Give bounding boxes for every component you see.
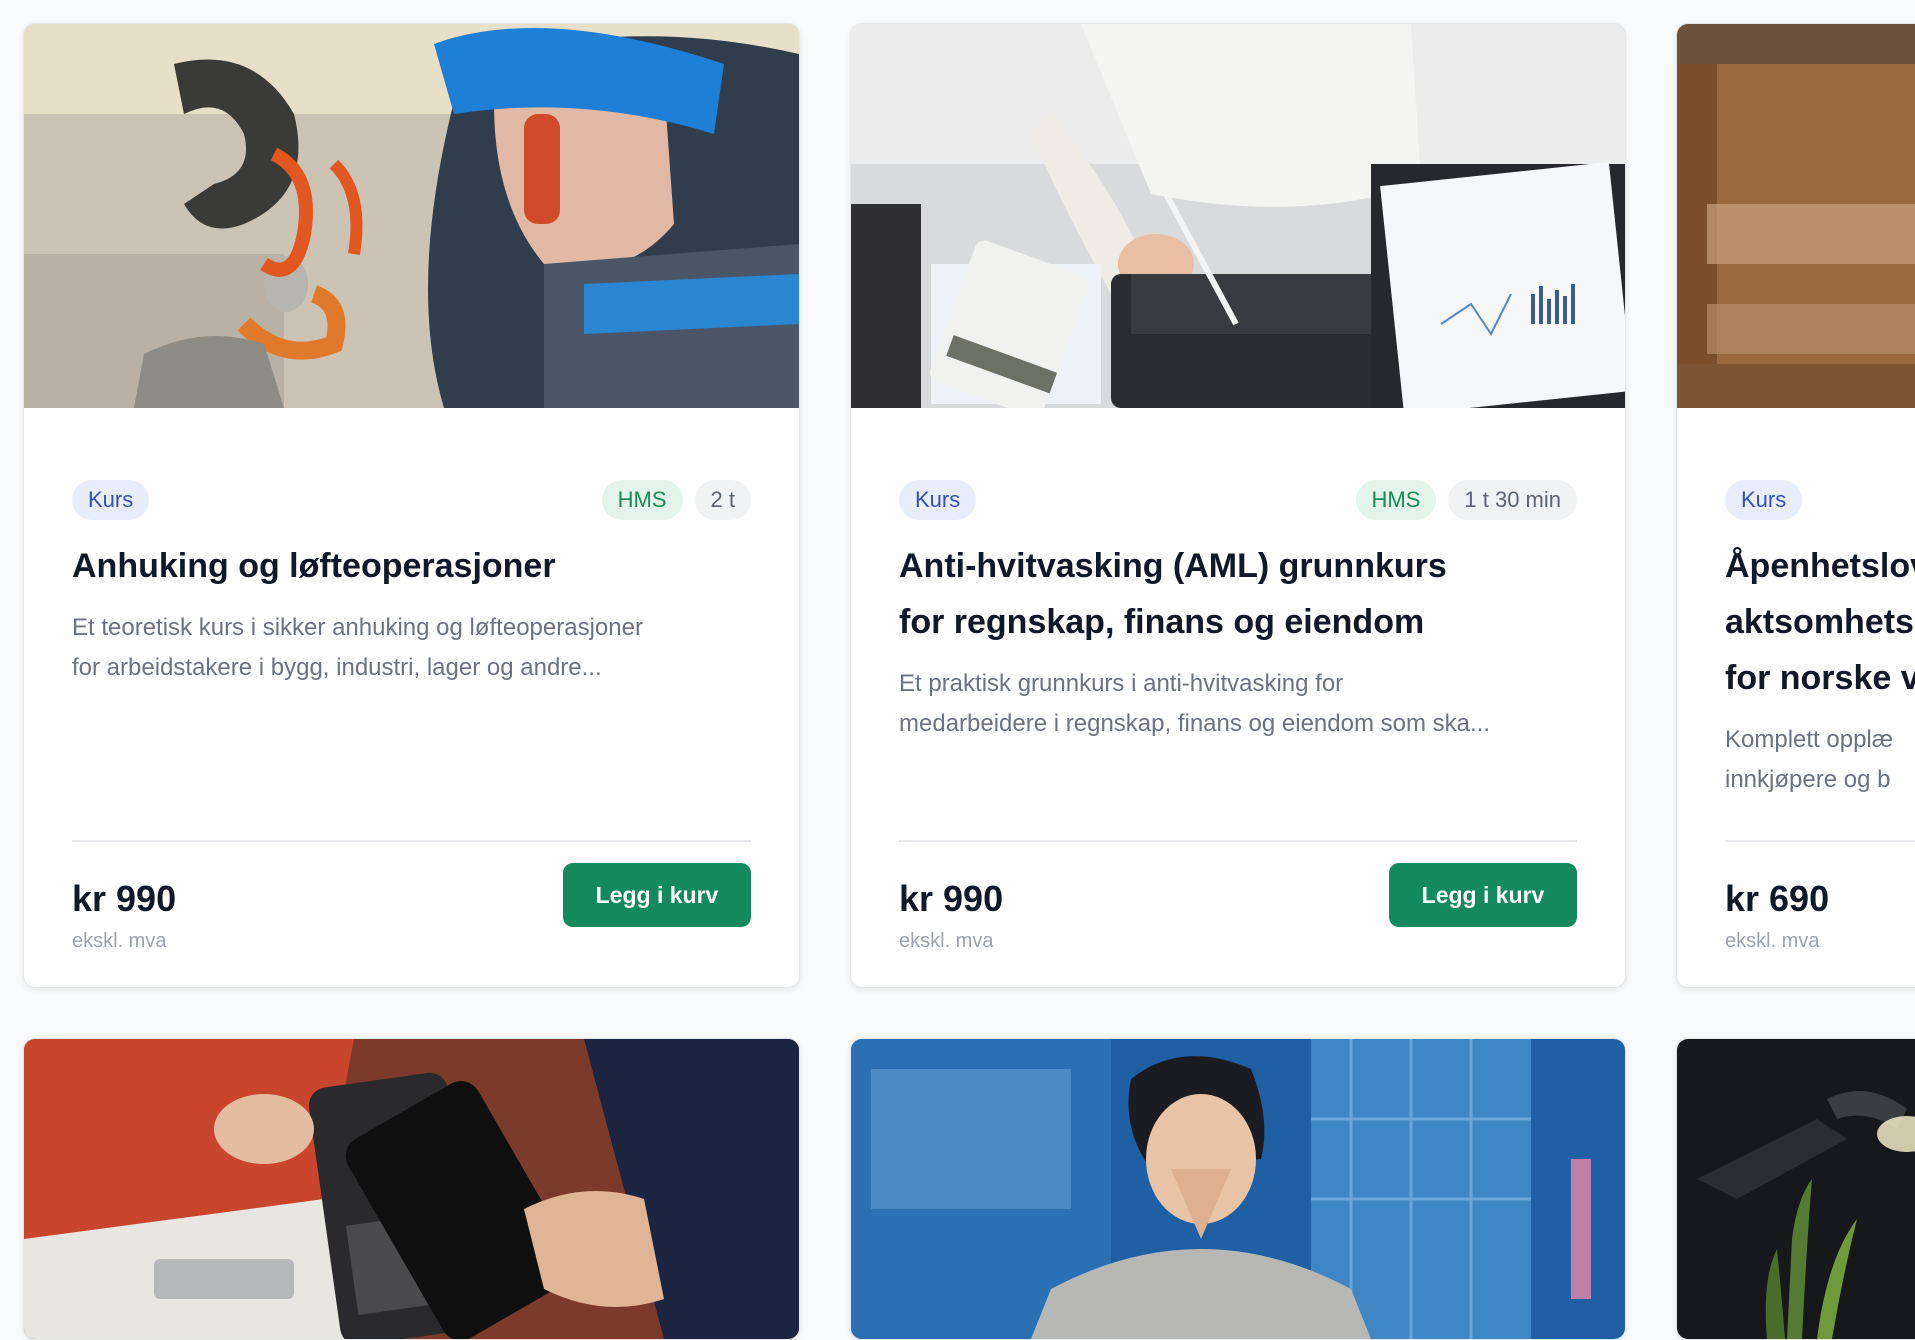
duration-badge: 1 t 30 min: [1448, 480, 1577, 520]
type-badge: Kurs: [1725, 480, 1803, 520]
course-description-line: medarbeidere i regnskap, finans og eiend…: [899, 710, 1490, 737]
course-card[interactable]: Kurs HMS 1 t 30 min Anti-hvitvasking (AM…: [850, 23, 1626, 988]
desk-lamp-plant-image: [1677, 1039, 1915, 1339]
divider: [72, 840, 751, 842]
course-title-line: Anhuking og løfteoperasjoner: [72, 547, 556, 585]
course-description-line: Komplett opplæ: [1725, 726, 1894, 753]
price: kr 690: [1725, 878, 1830, 919]
course-title-line: Åpenhetslov: [1725, 547, 1915, 585]
course-title[interactable]: Anhuking og løfteoperasjoner: [72, 538, 751, 594]
price: kr 990: [899, 878, 1004, 919]
stressed-woman-office-image: [851, 1039, 1625, 1339]
course-card[interactable]: [23, 1038, 800, 1340]
course-card[interactable]: Kurs Åpenhetslov aktsomhets for norske v…: [1676, 23, 1915, 988]
course-description-line: Et praktisk grunnkurs i anti-hvitvasking…: [899, 670, 1344, 697]
course-card[interactable]: Kurs HMS 2 t Anhuking og løfteoperasjone…: [23, 23, 800, 988]
duration-badge: 2 t: [694, 480, 751, 520]
course-title[interactable]: Åpenhetslov aktsomhets for norske v: [1725, 538, 1915, 706]
divider: [1725, 840, 1915, 842]
course-card[interactable]: [850, 1038, 1626, 1340]
course-image[interactable]: [851, 24, 1625, 408]
course-description: Et praktisk grunnkurs i anti-hvitvasking…: [899, 664, 1577, 744]
course-title-line: Anti-hvitvasking (AML) grunnkurs: [899, 547, 1447, 585]
add-to-cart-button[interactable]: Legg i kurv: [1389, 863, 1577, 927]
vat-note: ekskl. mva: [1725, 930, 1820, 952]
crane-hook-worker-image: [24, 24, 799, 408]
category-badge: HMS: [601, 480, 683, 520]
divider: [899, 840, 1577, 842]
vat-note: ekskl. mva: [899, 930, 994, 952]
course-title[interactable]: Anti-hvitvasking (AML) grunnkurs for reg…: [899, 538, 1577, 650]
course-title-line: for regnskap, finans og eiendom: [899, 603, 1425, 641]
course-image[interactable]: [24, 24, 799, 408]
course-description-line: Et teoretisk kurs i sikker anhuking og l…: [72, 614, 643, 641]
price: kr 990: [72, 878, 177, 919]
course-title-line: for norske v: [1725, 659, 1915, 697]
course-description: Komplett opplæ innkjøpere og b: [1725, 720, 1915, 800]
course-description-line: for arbeidstakere i bygg, industri, lage…: [72, 654, 602, 681]
course-description: Et teoretisk kurs i sikker anhuking og l…: [72, 608, 751, 688]
category-badge: HMS: [1355, 480, 1437, 520]
type-badge: Kurs: [899, 480, 977, 520]
desk-calculator-tablet-image: [851, 24, 1625, 408]
vat-note: ekskl. mva: [72, 930, 167, 952]
course-description-line: innkjøpere og b: [1725, 766, 1891, 793]
course-image[interactable]: [1677, 1039, 1915, 1339]
course-image[interactable]: [851, 1039, 1625, 1339]
course-card[interactable]: [1676, 1038, 1915, 1340]
add-to-cart-button[interactable]: Legg i kurv: [563, 863, 751, 927]
type-badge: Kurs: [72, 480, 150, 520]
blurred-wood-image: [1677, 24, 1915, 408]
course-image[interactable]: [24, 1039, 799, 1339]
card-payment-phone-image: [24, 1039, 799, 1339]
course-image[interactable]: [1677, 24, 1915, 408]
course-title-line: aktsomhets: [1725, 603, 1914, 641]
